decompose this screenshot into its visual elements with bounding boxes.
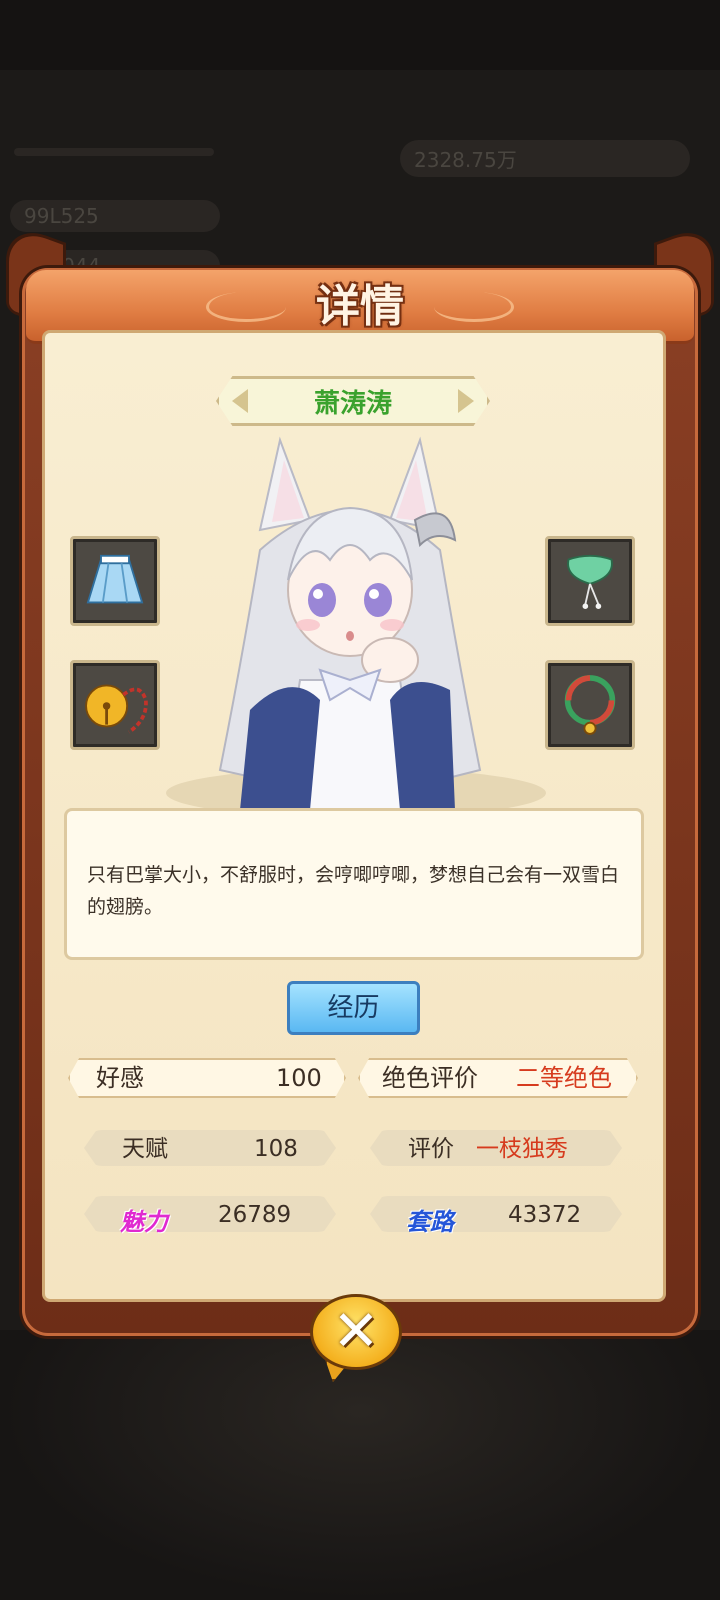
character-name-plate: 萧涛涛 [216,376,490,426]
background-stat-1: 99L525 [10,200,220,232]
affection-value: 100 [276,1064,322,1092]
character-portrait [200,430,500,811]
background-bottom-area [0,1330,720,1600]
trick-label-icon: 套路 [406,1208,454,1236]
rating-label: 绝色评价 [382,1064,478,1092]
eval-value: 一枝独秀 [476,1136,568,1162]
close-button[interactable]: ✕ [310,1294,402,1370]
rating-value: 二等绝色 [516,1064,612,1092]
bracelet-item-icon[interactable] [545,660,635,750]
trick-value: 43372 [508,1202,582,1228]
background-stat-1-text: 99L525 [24,204,99,228]
background-top-strip [0,0,720,70]
ginkgo-pendant-item-icon[interactable] [545,536,635,626]
background-currency-text: 2328.75万 [414,148,517,172]
charm-value: 26789 [218,1202,292,1228]
background-bar-left [14,148,214,156]
eval-label: 评价 [408,1136,454,1162]
background-bar-right: 2328.75万 [400,140,690,177]
talent-value: 108 [254,1136,298,1162]
history-button[interactable]: 经历 [287,981,420,1035]
character-description: 只有巴掌大小，不舒服时，会哼唧哼唧，梦想自己会有一双雪白的翅膀。 [64,808,644,960]
close-x-icon: ✕ [332,1299,380,1364]
skirt-item-icon[interactable] [70,536,160,626]
character-name: 萧涛涛 [313,388,392,419]
talent-label: 天赋 [122,1136,168,1162]
charm-label-icon: 魅力 [120,1208,168,1236]
affection-label: 好感 [96,1064,144,1092]
bell-item-icon[interactable] [70,660,160,750]
